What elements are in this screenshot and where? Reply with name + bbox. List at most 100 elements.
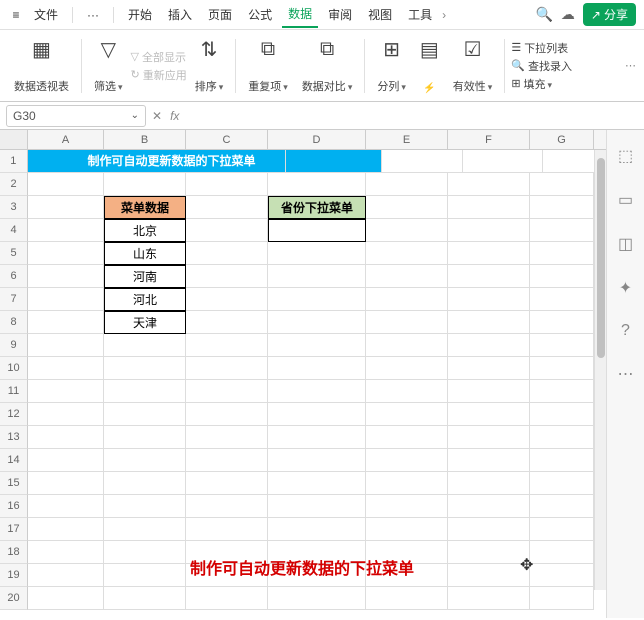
cell[interactable] — [530, 449, 594, 472]
col-header[interactable]: C — [186, 130, 268, 149]
row-header[interactable]: 5 — [0, 242, 28, 265]
cell[interactable] — [28, 449, 104, 472]
tab-insert[interactable]: 插入 — [162, 2, 198, 27]
cell[interactable] — [448, 380, 530, 403]
cell[interactable] — [28, 242, 104, 265]
cell[interactable] — [530, 242, 594, 265]
cell[interactable] — [366, 219, 448, 242]
cell[interactable] — [366, 380, 448, 403]
row-header[interactable]: 4 — [0, 219, 28, 242]
reapply-button[interactable]: ↻重新应用 — [131, 67, 187, 83]
cell[interactable] — [448, 219, 530, 242]
cell[interactable] — [366, 288, 448, 311]
cell[interactable] — [366, 242, 448, 265]
cell[interactable] — [186, 288, 268, 311]
cell[interactable] — [104, 426, 186, 449]
cell[interactable] — [268, 449, 366, 472]
file-menu[interactable]: 文件 — [28, 2, 64, 27]
cell[interactable] — [382, 150, 463, 173]
cell[interactable] — [186, 219, 268, 242]
col-header[interactable]: B — [104, 130, 186, 149]
row-header[interactable]: 7 — [0, 288, 28, 311]
cell[interactable] — [448, 449, 530, 472]
cell[interactable] — [186, 196, 268, 219]
row-header[interactable]: 19 — [0, 564, 28, 587]
cell[interactable] — [530, 311, 594, 334]
cell[interactable]: 北京 — [104, 219, 186, 242]
tab-formula[interactable]: 公式 — [242, 2, 278, 27]
cell[interactable] — [448, 311, 530, 334]
col-header[interactable]: E — [366, 130, 448, 149]
col-header[interactable]: D — [268, 130, 366, 149]
cell[interactable] — [448, 242, 530, 265]
cell[interactable] — [448, 518, 530, 541]
cell[interactable] — [268, 380, 366, 403]
cell[interactable] — [448, 288, 530, 311]
cell[interactable] — [104, 472, 186, 495]
cell[interactable] — [530, 196, 594, 219]
row-header[interactable]: 1 — [0, 150, 28, 173]
cell[interactable] — [268, 472, 366, 495]
cell[interactable] — [448, 587, 530, 610]
cell[interactable] — [186, 587, 268, 610]
cell[interactable] — [366, 472, 448, 495]
cell[interactable] — [28, 219, 104, 242]
cell[interactable] — [104, 587, 186, 610]
cancel-icon[interactable]: ✕ — [152, 109, 162, 123]
cell[interactable] — [530, 334, 594, 357]
cell[interactable] — [186, 242, 268, 265]
cell[interactable] — [366, 196, 448, 219]
cell[interactable] — [530, 380, 594, 403]
row-header[interactable]: 6 — [0, 265, 28, 288]
fx-icon[interactable]: fx — [170, 109, 179, 123]
cell[interactable] — [186, 403, 268, 426]
cell[interactable] — [530, 541, 594, 564]
cell[interactable] — [104, 518, 186, 541]
col-header[interactable]: A — [28, 130, 104, 149]
cell[interactable] — [28, 196, 104, 219]
select-all-corner[interactable] — [0, 130, 28, 149]
ribbon-overflow-icon[interactable]: ⋯ — [625, 59, 636, 72]
cell[interactable] — [186, 311, 268, 334]
cell[interactable]: 山东 — [104, 242, 186, 265]
cell[interactable] — [186, 357, 268, 380]
share-button[interactable]: ↗分享 — [583, 3, 636, 26]
cell[interactable]: 河南 — [104, 265, 186, 288]
select-tool-icon[interactable]: ⬚ — [618, 146, 633, 166]
cell[interactable] — [186, 472, 268, 495]
settings-icon[interactable]: ✦ — [619, 278, 632, 298]
cell[interactable] — [28, 518, 104, 541]
cell[interactable] — [268, 334, 366, 357]
cell[interactable] — [268, 288, 366, 311]
row-header[interactable]: 3 — [0, 196, 28, 219]
pivot-button[interactable]: ▦ 数据透视表 — [8, 36, 75, 96]
row-header[interactable]: 9 — [0, 334, 28, 357]
cell[interactable] — [463, 150, 544, 173]
fill-button[interactable]: ⊞填充 — [511, 76, 572, 92]
cell[interactable] — [448, 265, 530, 288]
cell[interactable] — [366, 403, 448, 426]
vertical-scrollbar[interactable] — [594, 150, 606, 590]
cell[interactable] — [104, 334, 186, 357]
help-icon[interactable]: ? — [621, 322, 630, 340]
cell[interactable] — [448, 357, 530, 380]
row-header[interactable]: 16 — [0, 495, 28, 518]
cell[interactable] — [448, 495, 530, 518]
cell[interactable] — [268, 219, 366, 242]
row-header[interactable]: 10 — [0, 357, 28, 380]
cell[interactable] — [448, 403, 530, 426]
cell[interactable] — [530, 288, 594, 311]
row-header[interactable]: 18 — [0, 541, 28, 564]
cell[interactable] — [530, 518, 594, 541]
cell[interactable] — [268, 426, 366, 449]
spreadsheet-grid[interactable]: A B C D E F G 1制作可自动更新数据的下拉菜单23菜单数据省份下拉菜… — [0, 130, 606, 618]
cell[interactable] — [530, 587, 594, 610]
cell[interactable] — [104, 564, 186, 587]
cell[interactable] — [28, 357, 104, 380]
cell[interactable] — [104, 541, 186, 564]
cell[interactable] — [366, 518, 448, 541]
smart-fill-button[interactable]: ▤ ⚡ — [414, 36, 445, 96]
cell[interactable] — [366, 587, 448, 610]
cell[interactable] — [448, 472, 530, 495]
cell[interactable] — [268, 242, 366, 265]
